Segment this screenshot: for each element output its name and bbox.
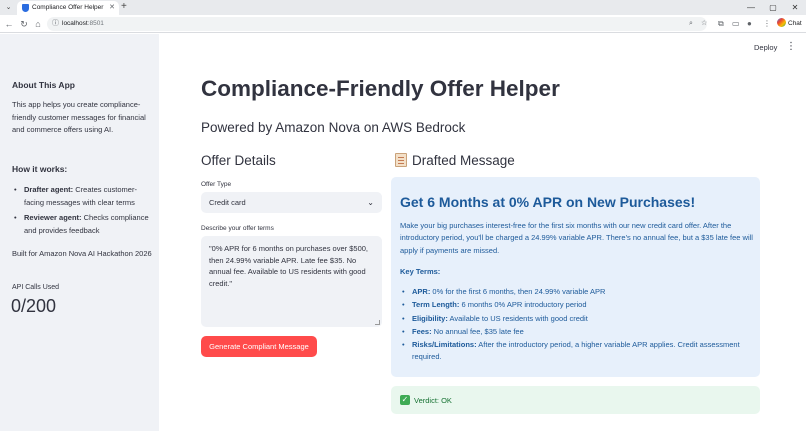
terms-label: Describe your offer terms	[201, 225, 274, 232]
chevron-down-icon: ⌄	[367, 198, 374, 207]
close-tab-icon[interactable]: ✕	[109, 3, 115, 13]
home-icon[interactable]: ⌂	[32, 18, 44, 30]
address-bar[interactable]: ⓘ localhost:8501 ⌕ ☆	[47, 17, 707, 31]
offer-terms-textarea[interactable]: "0% APR for 6 months on purchases over $…	[201, 236, 382, 327]
sidebar: About This App This app helps you create…	[0, 34, 159, 431]
list-item: Term Length: 6 months 0% APR introductor…	[400, 299, 756, 312]
browser-tab[interactable]: Compliance Offer Helper ✕	[17, 1, 119, 15]
key-terms-label: Key Terms:	[400, 267, 441, 276]
list-item: APR: 0% for the first 6 months, then 24.…	[400, 286, 756, 299]
check-icon: ✓	[400, 395, 410, 405]
list-item: Fees: No annual fee, $35 late fee	[400, 326, 756, 339]
message-title: Get 6 Months at 0% APR on New Purchases!	[400, 194, 696, 210]
sidebar-built-for: Built for Amazon Nova AI Hackathon 2026	[12, 249, 152, 258]
drafted-message-heading: Drafted Message	[412, 153, 515, 168]
message-body: Make your big purchases interest-free fo…	[400, 221, 753, 255]
verdict-alert: ✓ Verdict: OK	[391, 386, 760, 414]
main-menu-icon[interactable]: ⋮	[786, 42, 796, 52]
drafted-message-box: Get 6 Months at 0% APR on New Purchases!…	[391, 177, 760, 377]
sidebar-how-list: Drafter agent: Creates customer-facing m…	[12, 184, 152, 240]
drafted-message-heading-row: Drafted Message	[395, 153, 515, 168]
shield-favicon-icon	[22, 4, 29, 12]
generate-message-button[interactable]: Generate Compliant Message	[201, 336, 317, 357]
extensions-icon[interactable]: ⧉	[718, 18, 724, 30]
api-calls-value: 0/200	[11, 296, 57, 316]
offer-type-value: Credit card	[209, 198, 246, 207]
back-icon[interactable]: ←	[3, 18, 15, 30]
window-close-icon[interactable]: ✕	[784, 0, 806, 15]
zoom-icon[interactable]: ⌕	[689, 19, 693, 29]
browser-toolbar: ← ↻ ⌂ ⓘ localhost:8501 ⌕ ☆ ⧉ ▭ ● ⋮ Chat	[0, 15, 806, 33]
deploy-button[interactable]: Deploy	[754, 43, 777, 53]
api-calls-label: API Calls Used	[12, 284, 60, 291]
sidebar-how-heading: How it works:	[12, 164, 68, 174]
profile-icon[interactable]: ●	[747, 18, 752, 30]
new-tab-icon[interactable]: +	[121, 1, 127, 13]
list-item: Eligibility: Available to US residents w…	[400, 313, 756, 326]
chat-icon	[777, 18, 786, 27]
bookmark-star-icon[interactable]: ☆	[701, 19, 707, 29]
chat-button[interactable]: Chat	[777, 18, 802, 30]
maximize-icon[interactable]: ▢	[762, 0, 784, 15]
tab-search-icon[interactable]: ⌄	[3, 2, 14, 13]
key-terms-list: APR: 0% for the first 6 months, then 24.…	[400, 286, 756, 365]
url-text: localhost:8501	[62, 20, 104, 27]
page-subtitle: Powered by Amazon Nova on AWS Bedrock	[201, 120, 466, 135]
sidebar-about-heading: About This App	[12, 80, 75, 90]
verdict-text: Verdict: OK	[414, 396, 452, 405]
memo-icon	[395, 153, 407, 167]
page-title: Compliance-Friendly Offer Helper	[201, 76, 560, 101]
offer-type-select[interactable]: Credit card ⌄	[201, 192, 382, 213]
resize-handle-icon[interactable]	[375, 320, 380, 325]
minimize-icon[interactable]: —	[740, 0, 762, 15]
site-info-icon[interactable]: ⓘ	[52, 19, 59, 29]
list-item: Risks/Limitations: After the introductor…	[400, 339, 756, 364]
offer-details-heading: Offer Details	[201, 153, 276, 168]
browser-tab-bar: ⌄ Compliance Offer Helper ✕ + — ▢ ✕	[0, 0, 806, 15]
offer-type-label: Offer Type	[201, 181, 232, 188]
list-item: Drafter agent: Creates customer-facing m…	[12, 184, 152, 209]
offer-terms-text: "0% APR for 6 months on purchases over $…	[209, 244, 369, 288]
browser-menu-icon[interactable]: ⋮	[763, 18, 771, 30]
sidebar-about-text: This app helps you create compliance-fri…	[12, 100, 146, 134]
tab-groups-icon[interactable]: ▭	[732, 18, 740, 30]
reload-icon[interactable]: ↻	[18, 18, 30, 30]
tab-title: Compliance Offer Helper	[32, 4, 104, 11]
list-item: Reviewer agent: Checks compliance and pr…	[12, 212, 152, 237]
